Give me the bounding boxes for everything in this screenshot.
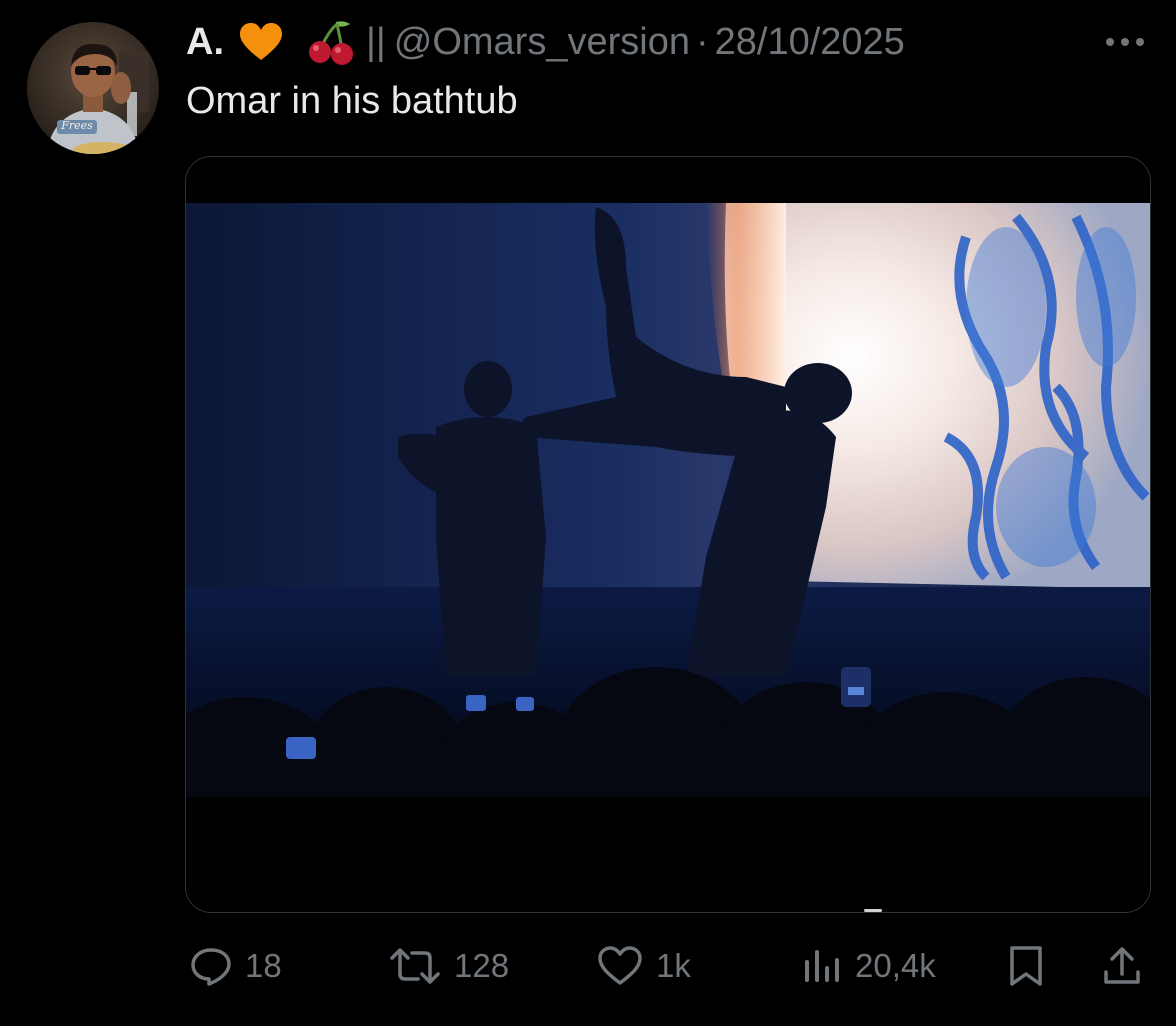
reply-count: 18	[245, 947, 282, 984]
more-options-button[interactable]	[1100, 22, 1150, 62]
avatar[interactable]: Frees	[27, 22, 159, 154]
share-icon	[1100, 944, 1144, 988]
tweet-text: Omar in his bathtub	[186, 80, 518, 122]
heart-icon	[596, 945, 644, 987]
tweet-date[interactable]: 28/10/2025	[715, 21, 905, 64]
views-button[interactable]: 20,4k	[801, 936, 936, 996]
user-handle[interactable]: @Omars_version	[394, 21, 690, 64]
like-button[interactable]: 1k	[596, 936, 691, 996]
more-icon	[1106, 38, 1144, 46]
bookmark-icon	[1006, 944, 1046, 988]
tweet-actions: 18 128 1k 20,4k	[0, 936, 1176, 996]
bookmark-button[interactable]	[1006, 936, 1046, 996]
reply-button[interactable]: 18	[189, 936, 282, 996]
orange-heart-icon	[238, 22, 284, 62]
repost-button[interactable]: 128	[388, 936, 509, 996]
reply-icon	[189, 946, 233, 986]
tweet-media-video[interactable]	[185, 156, 1151, 913]
avatar-shirt-text: Frees	[61, 119, 93, 132]
repost-icon	[388, 946, 442, 986]
share-button[interactable]	[1100, 936, 1144, 996]
tweet-header: A. || @Omars_version · 28/10/2025	[186, 18, 905, 66]
name-separator: ||	[366, 20, 386, 63]
views-chart-icon	[801, 946, 843, 986]
repost-count: 128	[454, 947, 510, 984]
cherries-icon	[306, 18, 356, 66]
like-count: 1k	[656, 947, 691, 984]
view-count: 20,4k	[855, 947, 936, 984]
meta-dot: ·	[695, 20, 709, 63]
display-name[interactable]: A.	[186, 21, 224, 64]
